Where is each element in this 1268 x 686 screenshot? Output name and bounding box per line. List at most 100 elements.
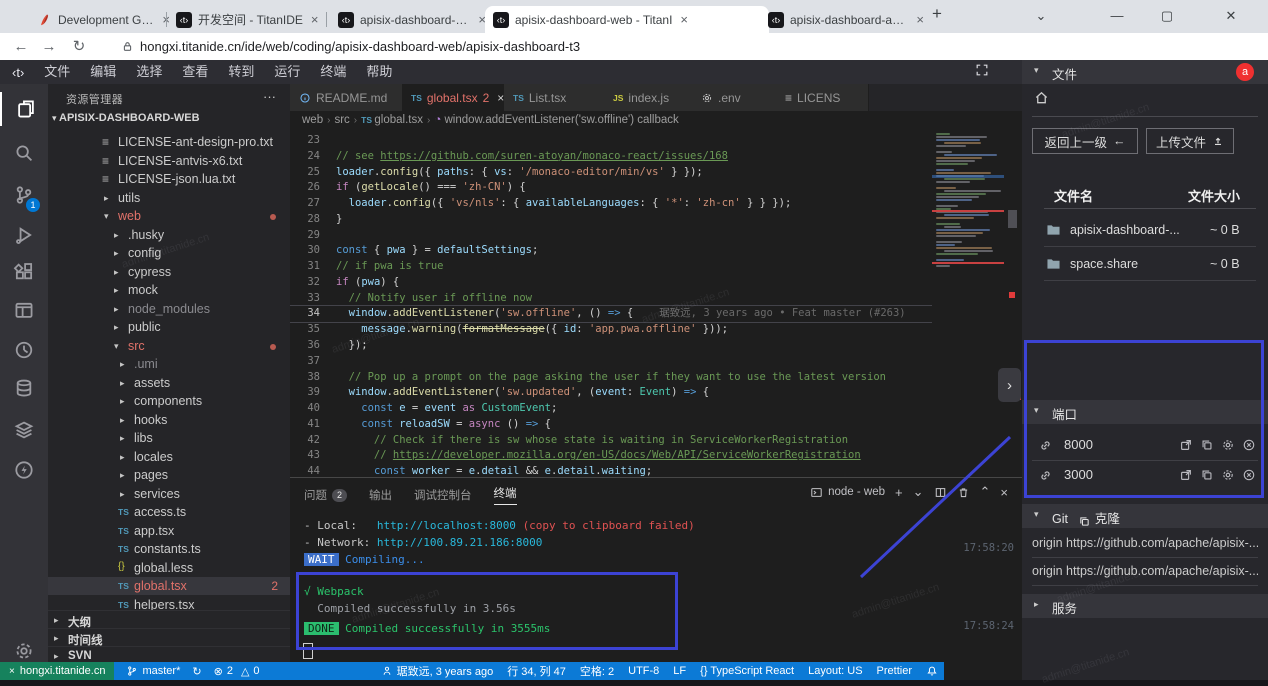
tree-item-cypress[interactable]: ▸cypress (48, 263, 290, 281)
close-icon[interactable]: ✕ (1216, 2, 1246, 30)
tree-item-pages[interactable]: ▸pages (48, 466, 290, 484)
tree-item-constants.ts[interactable]: TSconstants.ts (48, 540, 290, 558)
tree-item-access.ts[interactable]: TSaccess.ts (48, 503, 290, 521)
ports-panel-header[interactable]: ▾端口 (1022, 400, 1268, 424)
gear-icon[interactable] (1221, 438, 1235, 452)
activity-history[interactable] (0, 333, 48, 367)
menu-终端[interactable]: 终端 (310, 64, 356, 79)
split-icon[interactable] (934, 486, 947, 499)
close-circle-icon[interactable] (1242, 468, 1256, 482)
branch-indicator[interactable]: master* (126, 665, 180, 677)
close-icon[interactable]: × (1000, 485, 1008, 500)
tree-item-hooks[interactable]: ▸hooks (48, 411, 290, 429)
new-tab-icon[interactable]: + (932, 4, 942, 24)
git-panel-header[interactable]: ▾ Git 克隆 (1022, 504, 1268, 528)
tree-item-.umi[interactable]: ▸.umi (48, 355, 290, 373)
file-row[interactable]: apisix-dashboard-...~ 0 B (1044, 216, 1256, 247)
tree-item-node_modules[interactable]: ▸node_modules (48, 300, 290, 318)
menu-文件[interactable]: 文件 (34, 64, 80, 79)
more-actions-icon[interactable]: ··· (263, 89, 276, 104)
chevron-down-icon[interactable]: ⌄ (913, 484, 924, 500)
browser-tab[interactable]: ‹t›apisix-dashboard-test - TitanID× (330, 6, 494, 33)
status-空格: 2[interactable]: 空格: 2 (580, 663, 614, 679)
activity-source-control[interactable]: 1 (0, 178, 48, 212)
back-icon[interactable]: ← (10, 36, 32, 58)
shell-selector[interactable]: node - web (810, 486, 885, 499)
close-circle-icon[interactable] (1242, 438, 1256, 452)
tree-item-LICENSE-json.lua.txt[interactable]: ≡LICENSE-json.lua.txt (48, 170, 290, 188)
tree-item-src[interactable]: ▾src (48, 337, 290, 355)
forward-icon[interactable]: → (38, 36, 60, 58)
status-LF[interactable]: LF (673, 665, 686, 677)
breadcrumb-part[interactable]: src (334, 114, 349, 126)
git-remote-row[interactable]: origin https://github.com/apache/apisix-… (1032, 530, 1258, 558)
section-大纲[interactable]: ▸大纲 (48, 610, 290, 629)
close-tab-icon[interactable]: × (916, 12, 924, 27)
breadcrumb-symbol[interactable]: ◔ window.addEventListener('sw.offline') … (434, 114, 678, 126)
git-remote-row[interactable]: origin https://github.com/apache/apisix-… (1032, 558, 1258, 586)
tree-item-global.tsx[interactable]: TSglobal.tsx2 (48, 577, 290, 595)
chevron-down-icon[interactable]: ⌄ (1026, 2, 1056, 30)
maximize-icon[interactable]: ▢ (1152, 2, 1182, 30)
upload-file-button[interactable]: 上传文件 (1146, 128, 1234, 154)
panel-tab-问题[interactable]: 问题2 (304, 487, 347, 503)
activity-layers[interactable] (0, 413, 48, 447)
open-external-icon[interactable] (1179, 468, 1193, 482)
tree-item-app.tsx[interactable]: TSapp.tsx (48, 522, 290, 540)
remote-indicator[interactable]: × hongxi.titanide.cn (0, 662, 114, 680)
code-editor[interactable]: 2324// see https://github.com/suren-atoy… (290, 129, 932, 477)
menu-查看[interactable]: 查看 (172, 64, 218, 79)
chevron-up-icon[interactable]: ⌃ (980, 484, 991, 500)
tree-item-services[interactable]: ▸services (48, 485, 290, 503)
activity-run-debug[interactable] (0, 218, 48, 252)
activity-preview[interactable] (0, 293, 48, 327)
close-tab-icon[interactable]: × (311, 12, 319, 27)
port-row-3000[interactable]: 3000 (1032, 462, 1258, 490)
sync-button[interactable]: ↻ (192, 665, 201, 678)
status-UTF-8[interactable]: UTF-8 (628, 665, 659, 677)
section-SVN[interactable]: ▸SVN (48, 646, 290, 662)
port-row-8000[interactable]: 8000 (1032, 432, 1258, 461)
tree-item-libs[interactable]: ▸libs (48, 429, 290, 447)
tree-item-locales[interactable]: ▸locales (48, 448, 290, 466)
activity-explorer[interactable] (0, 92, 50, 126)
open-external-icon[interactable] (1179, 438, 1193, 452)
activity-search[interactable] (0, 136, 48, 170)
browser-tab[interactable]: ‹t›apisix-dashboard-web - TitanI× (485, 6, 769, 33)
editor-scrollbar[interactable] (1004, 129, 1022, 477)
copy-icon[interactable] (1200, 438, 1214, 452)
tree-item-public[interactable]: ▸public (48, 318, 290, 336)
fullscreen-icon[interactable] (975, 63, 989, 77)
scrollbar-thumb[interactable] (1008, 210, 1017, 228)
breadcrumb-file[interactable]: TS global.tsx (361, 114, 423, 126)
menu-选择[interactable]: 选择 (126, 64, 172, 79)
problems-indicator[interactable]: ⊗2 △0 (214, 665, 260, 678)
menu-运行[interactable]: 运行 (264, 64, 310, 79)
activity-lightning[interactable] (0, 453, 48, 487)
status-bell-icon[interactable] (926, 665, 938, 677)
editor-tab-LICENS[interactable]: ≡LICENS (776, 84, 869, 111)
gear-icon[interactable] (1221, 468, 1235, 482)
back-up-level-button[interactable]: 返回上一级← (1032, 128, 1138, 154)
menu-编辑[interactable]: 编辑 (80, 64, 126, 79)
tree-item-LICENSE-ant-design-pro.txt[interactable]: ≡LICENSE-ant-design-pro.txt (48, 133, 290, 151)
minimap[interactable] (932, 129, 1004, 477)
browser-tab[interactable]: ‹t›apisix-dashboard-api - TitanID× (760, 6, 932, 33)
tree-item-components[interactable]: ▸components (48, 392, 290, 410)
file-row[interactable]: space.share~ 0 B (1044, 250, 1256, 281)
home-icon[interactable] (1034, 90, 1049, 105)
tree-item-assets[interactable]: ▸assets (48, 374, 290, 392)
status-{} TypeScript React[interactable]: {} TypeScript React (700, 665, 794, 677)
tree-item-utils[interactable]: ▸utils (48, 189, 290, 207)
activity-database[interactable] (0, 371, 48, 405)
tree-item-LICENSE-antvis-x6.txt[interactable]: ≡LICENSE-antvis-x6.txt (48, 152, 290, 170)
minimize-icon[interactable]: — (1102, 2, 1132, 30)
reload-icon[interactable]: ↻ (68, 36, 90, 58)
tree-item-config[interactable]: ▸config (48, 244, 290, 262)
status-Prettier[interactable]: Prettier (877, 665, 912, 677)
trash-icon[interactable] (957, 486, 970, 499)
tree-item-.husky[interactable]: ▸.husky (48, 226, 290, 244)
explorer-root-folder[interactable]: ▾ APISIX-DASHBOARD-WEB (52, 112, 200, 124)
tree-item-global.less[interactable]: {}global.less (48, 559, 290, 577)
services-panel-header[interactable]: ▸服务 (1022, 594, 1268, 618)
